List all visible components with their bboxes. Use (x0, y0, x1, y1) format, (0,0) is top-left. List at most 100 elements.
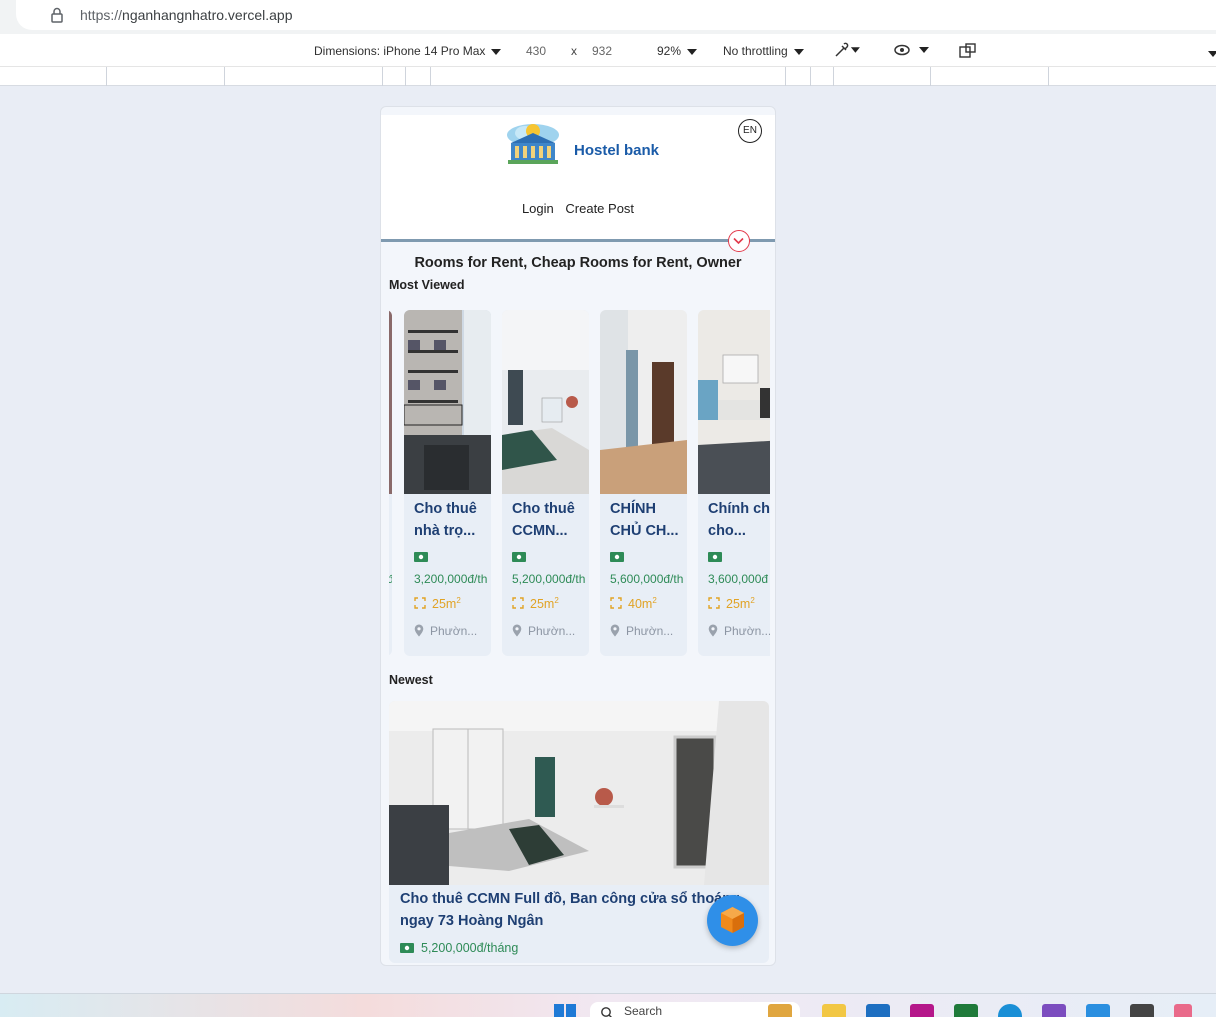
url-text[interactable]: https://nganhangnhatro.vercel.app (80, 7, 293, 23)
file-explorer-icon[interactable] (822, 1004, 846, 1017)
eyedropper-icon (835, 42, 860, 57)
money-icon (610, 552, 624, 562)
zoom-select[interactable]: 92% (657, 44, 698, 58)
ruler-mark[interactable] (785, 67, 786, 86)
chevron-down-icon (733, 237, 744, 245)
vision-button[interactable] (893, 41, 933, 62)
listing-photo (502, 310, 589, 494)
excel-icon[interactable] (954, 1004, 978, 1017)
listing-photo (389, 310, 392, 494)
listing-title[interactable]: CHÍNH CHỦ CH... (610, 498, 684, 542)
rotate-icon (959, 43, 976, 58)
ruler-mark[interactable] (106, 67, 107, 86)
listing-location: Phườn... (610, 624, 673, 638)
ruler-mark[interactable] (382, 67, 383, 86)
brand-name[interactable]: Hostel bank (574, 142, 659, 159)
listing-card[interactable]: CHÍNH CHỦ CH... 5,600,000đ/th 40m2 Phườn… (600, 310, 687, 656)
listing-area: 25m2 (708, 596, 755, 611)
url-host: nganhangnhatro.vercel.app (122, 7, 293, 23)
visual-studio-icon[interactable] (1042, 1004, 1066, 1017)
create-post-link[interactable]: Create Post (565, 201, 634, 216)
login-link[interactable]: Login (522, 201, 554, 216)
ruler-mark[interactable] (430, 67, 431, 86)
area-value: 40m (628, 597, 653, 612)
listing-price: 5,200,000đ/tháng (400, 941, 518, 955)
chevron-down-icon (793, 48, 804, 55)
app-icon[interactable] (1174, 1004, 1192, 1017)
listing-photo (389, 701, 769, 885)
app-icon[interactable] (910, 1004, 934, 1017)
store-icon[interactable] (866, 1004, 890, 1017)
floating-action-button[interactable] (707, 895, 758, 946)
area-unit-sup: 2 (652, 596, 657, 605)
language-toggle[interactable]: EN (738, 119, 762, 143)
windows-start-icon[interactable] (554, 1004, 576, 1017)
listing-price: 3,600,000đ (708, 572, 769, 586)
lock-icon (51, 7, 63, 23)
expand-icon (610, 597, 622, 609)
eye-icon (894, 44, 929, 56)
area-unit-sup: 2 (456, 596, 461, 605)
box-icon (721, 907, 744, 933)
listing-title[interactable]: Cho thuê nhà trọ... (414, 498, 488, 542)
listing-card[interactable]: Cho thuê CCMN... 5,200,000đ/th 25m2 Phườ… (502, 310, 589, 656)
ruler-mark[interactable] (833, 67, 834, 86)
ruler-mark[interactable] (930, 67, 931, 86)
listing-area: 40m2 (610, 596, 657, 611)
browser-address-bar: https://nganhangnhatro.vercel.app (0, 0, 1216, 34)
listing-price: 5,200,000đ/th (512, 572, 586, 586)
listing-price: 5,600,000đ/th (610, 572, 684, 586)
terminal-icon[interactable] (1130, 1004, 1154, 1017)
listing-photo (698, 310, 770, 494)
device-toolbar: Dimensions: iPhone 14 Pro Max 430 x 932 … (0, 34, 1216, 67)
area-value: 25m (726, 597, 751, 612)
eyedropper-button[interactable] (833, 41, 863, 62)
url-scheme: https:// (80, 7, 123, 23)
page-title: Rooms for Rent, Cheap Rooms for Rent, Ow… (414, 255, 742, 271)
listing-location: Phườn... (512, 624, 575, 638)
location-pin-icon (610, 624, 620, 637)
width-input[interactable]: 430 (526, 44, 546, 58)
location-pin-icon (414, 624, 424, 637)
listing-title[interactable]: Cho thuê CCMN Full đồ, Ban công cửa sổ t… (400, 888, 760, 932)
listing-card[interactable]: Cho thuê nhà trọ... 3,200,000đ/th 25m2 P… (404, 310, 491, 656)
zoom-label: 92% (657, 44, 682, 58)
listing-price-fragment: đ (389, 572, 392, 586)
listing-location: Phườn... (414, 624, 477, 638)
rotate-button[interactable] (958, 41, 978, 62)
url-field[interactable]: https://nganhangnhatro.vercel.app (16, 0, 1216, 30)
location-text: Phườn... (430, 624, 478, 638)
ruler-mark[interactable] (810, 67, 811, 86)
location-text: Phườn... (626, 624, 674, 638)
listing-area: 25m2 (414, 596, 461, 611)
height-input[interactable]: 932 (592, 44, 612, 58)
top-nav: Login Create Post (381, 201, 775, 216)
listing-card[interactable]: Chính chủ cho... 3,600,000đ 25m2 Phườn..… (698, 310, 770, 656)
listing-title[interactable]: Cho thuê CCMN... (512, 498, 586, 542)
money-icon (708, 552, 722, 562)
expand-icon (414, 597, 426, 609)
ruler-mark[interactable] (1048, 67, 1049, 86)
listing-title[interactable]: Chính chủ cho... (708, 498, 770, 542)
device-select[interactable]: Dimensions: iPhone 14 Pro Max (314, 44, 502, 58)
chevron-down-icon (491, 48, 502, 55)
chevron-down-icon (687, 48, 698, 55)
briefcase-icon[interactable] (768, 1004, 792, 1017)
device-viewport: Hostel bank EN Login Create Post Rooms f… (380, 106, 776, 966)
times-sign: x (571, 44, 577, 58)
location-pin-icon (708, 624, 718, 637)
ruler-mark[interactable] (405, 67, 406, 86)
area-unit-sup: 2 (554, 596, 559, 605)
most-viewed-carousel[interactable]: đ Cho thuê nhà trọ... 3,2 (389, 310, 770, 660)
ruler-mark[interactable] (224, 67, 225, 86)
edge-browser-icon[interactable] (998, 1004, 1022, 1017)
listing-area: 25m2 (512, 596, 559, 611)
throttling-select[interactable]: No throttling (723, 44, 804, 58)
expand-menu-button[interactable] (728, 230, 750, 252)
vscode-icon[interactable] (1086, 1004, 1110, 1017)
price-text: 5,200,000đ/tháng (421, 941, 519, 955)
hostel-bank-logo[interactable] (503, 121, 563, 167)
listing-card[interactable]: đ (389, 310, 392, 656)
listing-photo (600, 310, 687, 494)
more-caret[interactable] (1208, 46, 1216, 60)
